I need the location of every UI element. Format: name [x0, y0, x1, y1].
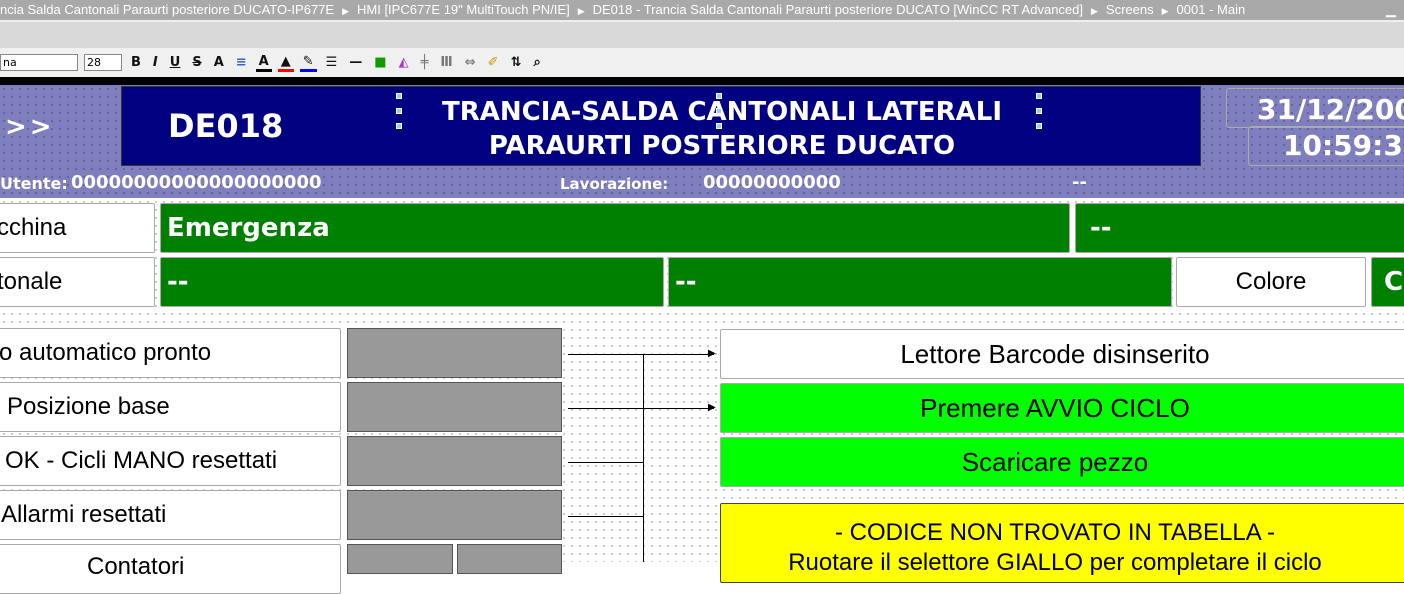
secondary-bar	[0, 20, 1404, 48]
connector-line	[568, 462, 643, 463]
user-label: Utente:	[0, 174, 68, 193]
strikethrough-button[interactable]: S	[189, 55, 204, 70]
machine-extra: --	[1075, 203, 1404, 253]
time-display: 10:59:39	[1248, 126, 1404, 166]
message-start-cycle: Premere AVVIO CICLO	[720, 383, 1404, 433]
cantonale-value-2: --	[668, 257, 1172, 307]
condition-indicator	[347, 490, 562, 540]
divider	[0, 77, 1404, 85]
title-breadcrumb: ncia Salda Cantonali Paraurti posteriore…	[0, 0, 1404, 20]
brush-icon[interactable]: ✎	[299, 54, 317, 72]
zoom-select-icon[interactable]: ⌕	[530, 55, 543, 70]
condition-label: Contatori	[0, 544, 341, 594]
rotate-icon[interactable]: ◭	[396, 55, 412, 70]
size-icon[interactable]: ⇔	[462, 55, 479, 70]
cantonale-label: tonale	[0, 257, 155, 307]
condition-indicator	[347, 436, 562, 486]
arrow-right-icon: ▶	[708, 402, 716, 413]
italic-button[interactable]: I	[150, 55, 161, 70]
underline-button[interactable]: U	[167, 55, 184, 70]
user-value: 00000000000000000000	[71, 172, 322, 193]
font-size-select[interactable]: 28	[84, 54, 122, 71]
line-style-icon[interactable]: ☰	[323, 55, 341, 70]
title-line-1: TRANCIA-SALDA CANTONALI LATERALI	[441, 97, 1002, 127]
font-color-button[interactable]: A	[255, 54, 272, 72]
work-label: Lavorazione:	[560, 175, 669, 193]
font-grow-button[interactable]: A	[211, 55, 227, 70]
counter-indicator	[347, 544, 453, 574]
layer-icon[interactable]: ■	[371, 55, 389, 70]
condition-indicator	[347, 328, 562, 378]
condition-label: Allarmi resettati	[0, 490, 341, 540]
chevron-right-icon: ▶	[1091, 6, 1098, 16]
info-extra: --	[1072, 172, 1087, 193]
work-value: 00000000000	[703, 172, 841, 193]
message-unload: Scaricare pezzo	[720, 437, 1404, 487]
color-label: Colore	[1176, 257, 1366, 307]
font-family-select[interactable]: na	[0, 54, 78, 71]
breadcrumb-item[interactable]: 0001 - Main	[1177, 2, 1246, 17]
message-line-1: - CODICE NON TROVATO IN TABELLA -	[834, 519, 1276, 546]
distribute-icon[interactable]: Ⅲ	[437, 55, 455, 70]
date-display: 31/12/200	[1226, 88, 1404, 128]
cantonale-value-1: --	[160, 257, 664, 307]
condition-label: OK - Cicli MANO resettati	[0, 436, 341, 486]
title-line-2: PARAURTI POSTERIORE DUCATO	[488, 131, 956, 161]
counter-indicator	[457, 544, 562, 574]
format-toolbar: na 28 B I U S A ≡ A ▲ ✎ ☰ — ■ ◭ ╪ Ⅲ ⇔ ✐ …	[0, 48, 1404, 77]
align-icon[interactable]: ≡	[233, 55, 250, 70]
fill-color-button[interactable]: ▲	[277, 54, 294, 72]
connector-line	[568, 408, 714, 409]
selection-handles	[396, 93, 402, 129]
machine-label: cchina	[0, 203, 155, 253]
line-width-icon[interactable]: —	[346, 55, 365, 70]
arrow-right-icon: ▶	[708, 348, 716, 359]
condition-label: o automatico pronto	[0, 328, 341, 378]
message-code-not-found: - CODICE NON TROVATO IN TABELLA - Ruotar…	[720, 503, 1404, 583]
align-center-icon[interactable]: ╪	[418, 55, 432, 70]
connector-line	[568, 354, 714, 355]
connector-line	[568, 516, 643, 517]
machine-state: Emergenza	[160, 203, 1070, 253]
format-painter-icon[interactable]: ✐	[485, 55, 502, 70]
breadcrumb-item[interactable]: Screens	[1106, 2, 1154, 17]
color-value: C	[1371, 257, 1404, 307]
order-icon[interactable]: ⇅	[508, 55, 525, 70]
message-line-2: Ruotare il selettore GIALLO per completa…	[788, 549, 1322, 576]
condition-label: Posizione base	[0, 382, 341, 432]
condition-indicator	[347, 382, 562, 432]
header-box: DE018 TRANCIA-SALDA CANTONALI LATERALI P…	[121, 86, 1201, 166]
minimize-icon[interactable]: ▁	[1386, 0, 1396, 20]
selection-handles	[716, 93, 722, 129]
selection-handles	[1036, 93, 1042, 129]
chevron-right-icon: ▶	[1161, 6, 1169, 16]
message-barcode: Lettore Barcode disinserito	[720, 329, 1404, 379]
bold-button[interactable]: B	[128, 55, 144, 70]
connector-line	[643, 354, 644, 562]
station-title: TRANCIA-SALDA CANTONALI LATERALI PARAURT…	[412, 95, 1032, 163]
breadcrumb-item[interactable]: DE018 - Trancia Salda Cantonali Paraurti…	[593, 2, 1083, 17]
nav-button[interactable]: >>	[5, 112, 55, 142]
chevron-right-icon: ▶	[342, 6, 349, 16]
breadcrumb-item[interactable]: ncia Salda Cantonali Paraurti posteriore…	[0, 2, 334, 17]
station-code: DE018	[168, 107, 284, 145]
chevron-right-icon: ▶	[577, 6, 585, 16]
breadcrumb-item[interactable]: HMI [IPC677E 19" MultiTouch PN/IE]	[357, 2, 570, 17]
